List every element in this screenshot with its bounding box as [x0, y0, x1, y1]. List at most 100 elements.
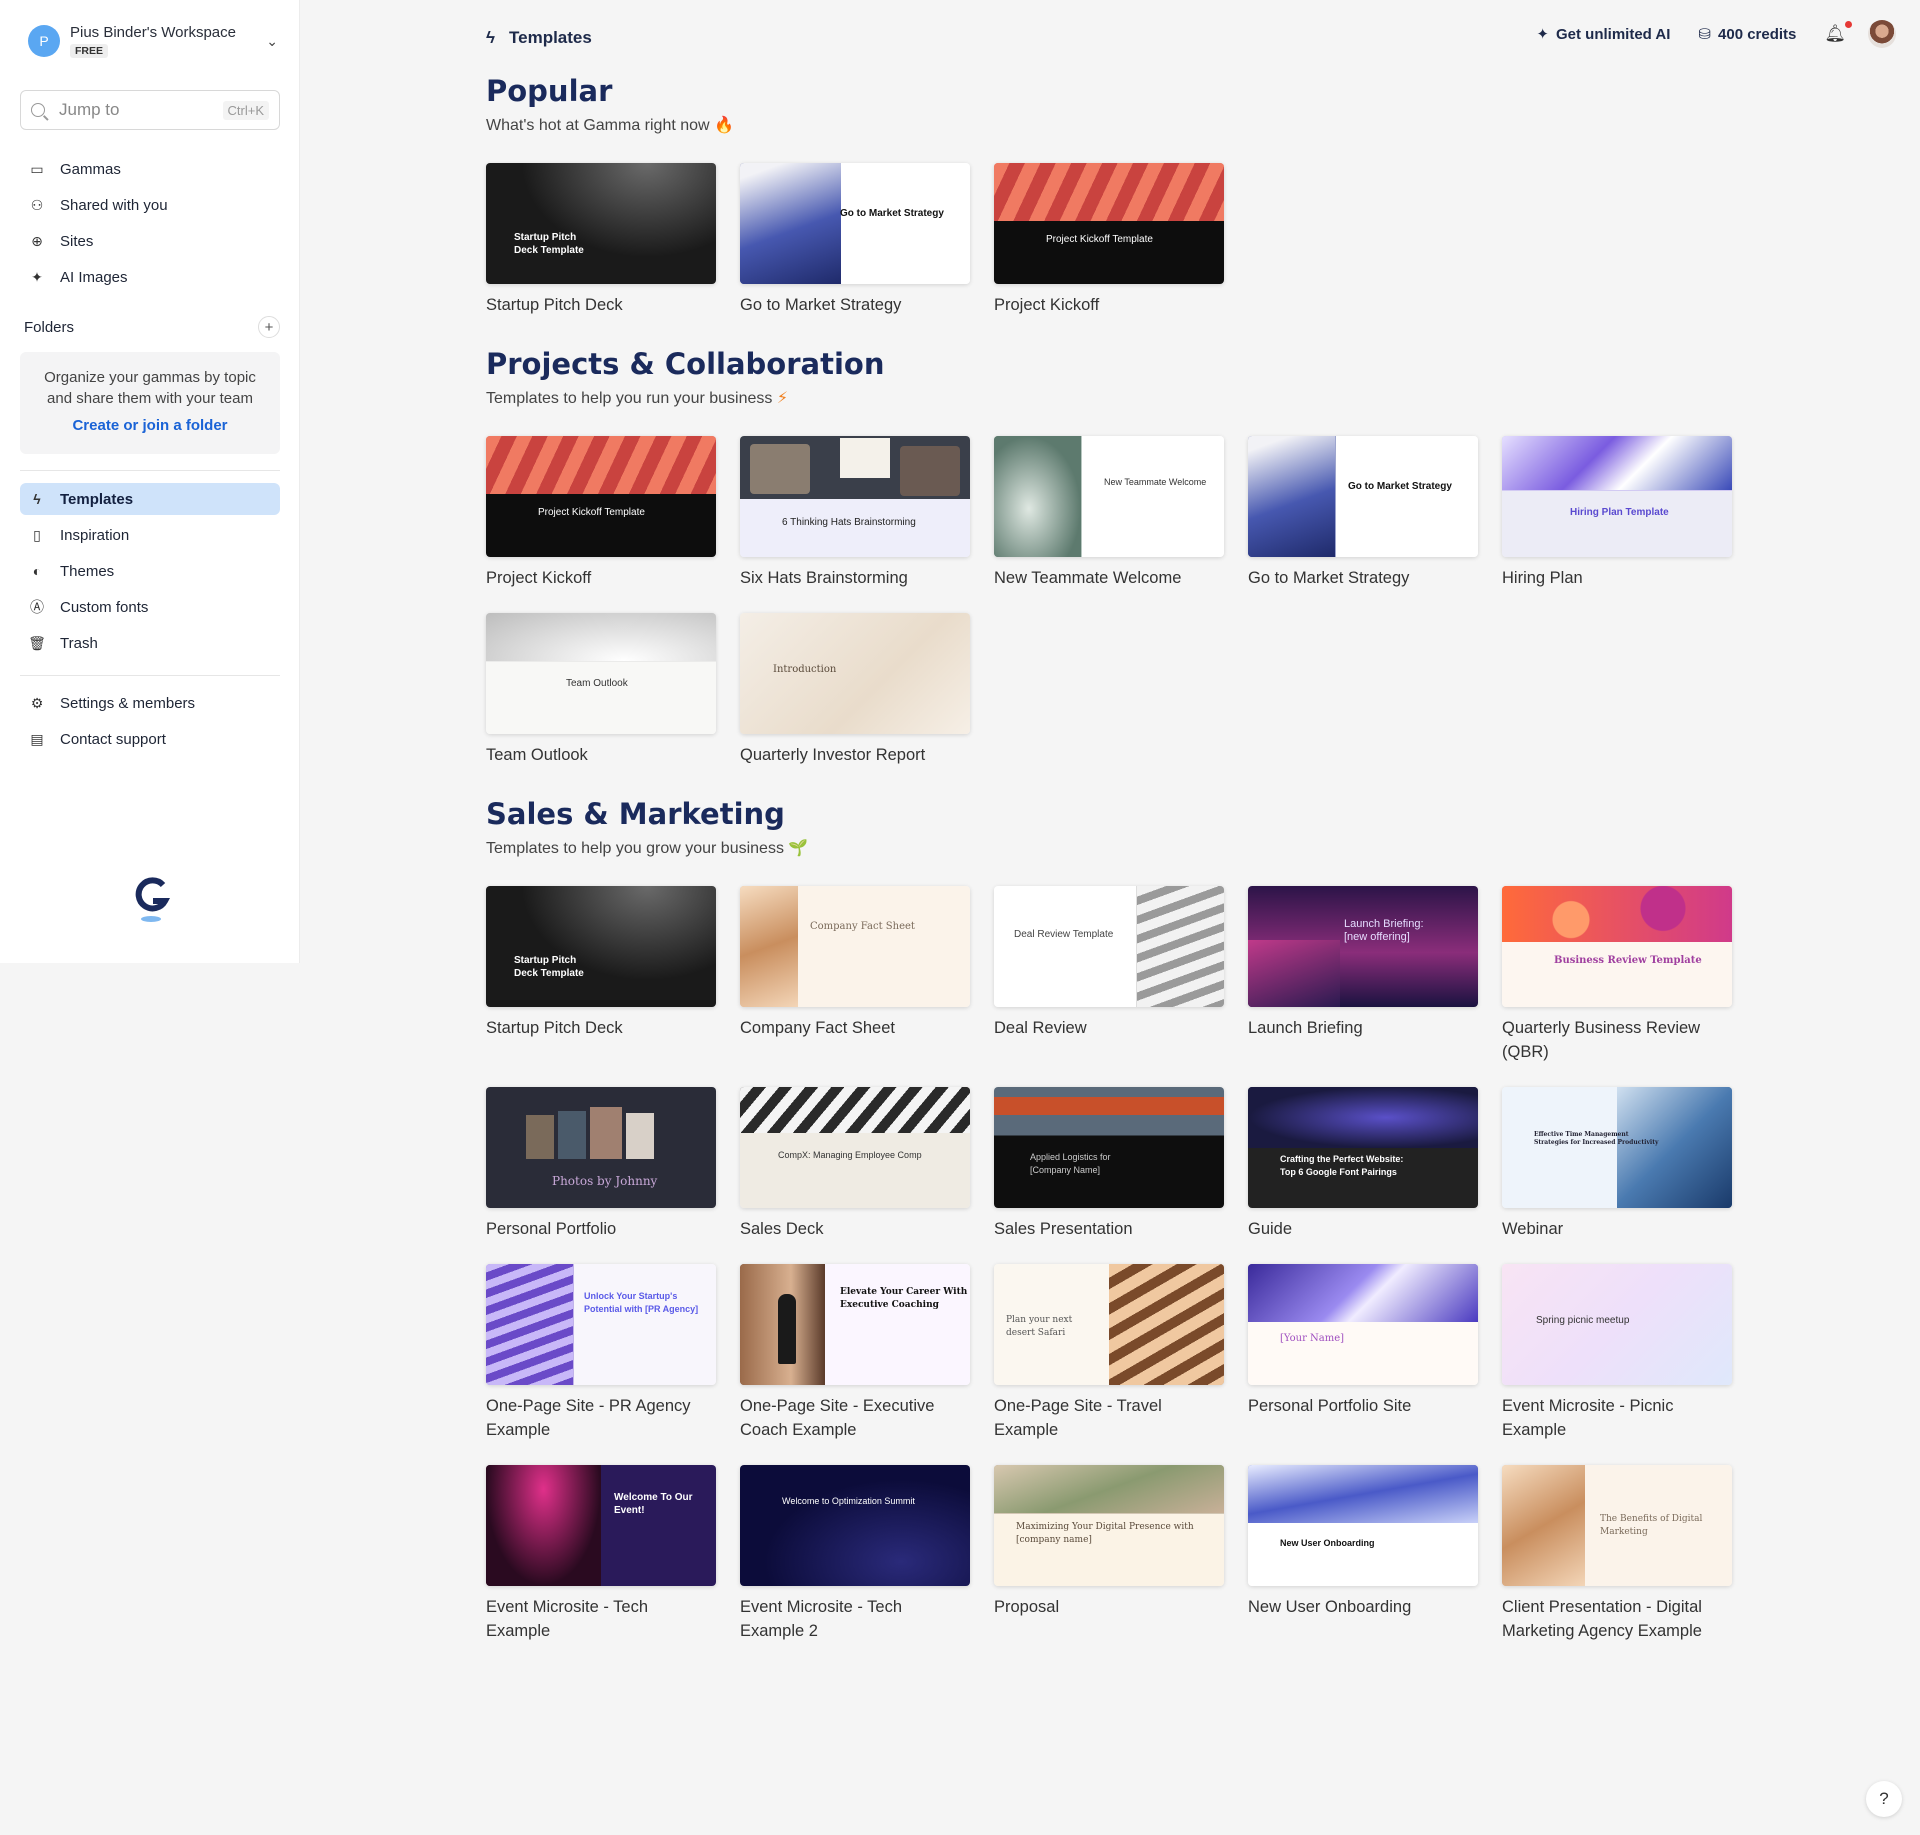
thumb-title: Welcome To Our Event!: [614, 1492, 693, 1516]
template-card[interactable]: Effective Time Management Strategies for…: [1502, 1087, 1732, 1241]
stack-icon: ▭: [30, 160, 44, 177]
template-card[interactable]: Plan your next desert Safari One-Page Si…: [994, 1264, 1224, 1442]
template-card[interactable]: New User Onboarding New User Onboarding: [1248, 1465, 1478, 1619]
thumb-title: Crafting the Perfect Website: Top 6 Goog…: [1280, 1154, 1404, 1177]
folders-heading: Folders: [24, 318, 75, 336]
workspace-switcher[interactable]: P Pius Binder's Workspace FREE ⌄: [28, 22, 278, 60]
nav-gammas[interactable]: ▭ Gammas: [20, 153, 280, 185]
font-icon: Ⓐ: [30, 599, 44, 615]
thumb-title: New Teammate Welcome: [1104, 477, 1207, 487]
template-card[interactable]: Photos by Johnny Personal Portfolio: [486, 1087, 716, 1241]
bolt-icon: ϟ: [486, 28, 495, 47]
search-input[interactable]: Jump to Ctrl+K: [20, 90, 280, 130]
nav-label: Shared with you: [60, 196, 168, 214]
template-card[interactable]: Maximizing Your Digital Presence with [c…: [994, 1465, 1224, 1619]
template-thumbnail: Go to Market Strategy: [1248, 436, 1478, 557]
thumb-title: Photos by Johnny: [552, 1174, 658, 1188]
search-shortcut: Ctrl+K: [222, 100, 269, 120]
create-folder-link[interactable]: Create or join a folder: [72, 417, 227, 434]
help-button[interactable]: ?: [1866, 1781, 1902, 1817]
card-label: Six Hats Brainstorming: [740, 569, 908, 587]
template-card[interactable]: Team Outlook Team Outlook: [486, 613, 716, 767]
thumb-title: Deal Review Template: [1014, 929, 1114, 940]
nav-themes[interactable]: ◐ Themes: [20, 555, 280, 587]
card-label: New User Onboarding: [1248, 1598, 1412, 1616]
folders-header: Folders +: [24, 316, 280, 338]
top-actions: ✦ Get unlimited AI ⛁ 400 credits 🔔︎: [1536, 16, 1896, 52]
template-card[interactable]: Introduction Quarterly Investor Report: [740, 613, 970, 767]
nav-settings-members[interactable]: ⚙ Settings & members: [20, 687, 280, 719]
chevron-down-icon[interactable]: ⌄: [266, 33, 278, 50]
folders-empty-message: Organize your gammas by topic and share …: [44, 369, 256, 407]
card-label: Quarterly Business Review (QBR): [1502, 1019, 1701, 1061]
thumb-title: Introduction: [773, 664, 837, 675]
lightning-icon: ⚡: [776, 390, 789, 407]
notifications-button[interactable]: 🔔︎: [1824, 21, 1852, 44]
nav-contact-support[interactable]: ▤ Contact support: [20, 723, 280, 755]
template-card[interactable]: The Benefits of Digital Marketing Client…: [1502, 1465, 1732, 1643]
card-label: Startup Pitch Deck: [486, 296, 623, 314]
card-label: One-Page Site - PR Agency Example: [486, 1397, 691, 1439]
thumb-title: The Benefits of Digital Marketing: [1600, 1514, 1703, 1537]
plan-badge: FREE: [70, 43, 109, 58]
sidebar-divider: [20, 470, 280, 471]
people-icon: ⚇: [30, 196, 44, 213]
section-subtitle-sales: Templates to help you grow your business…: [486, 838, 808, 858]
globe-icon: ⊕: [31, 232, 43, 249]
user-avatar[interactable]: [1868, 20, 1896, 48]
template-card[interactable]: [Your Name] Personal Portfolio Site: [1248, 1264, 1478, 1418]
card-label: One-Page Site - Travel Example: [994, 1397, 1162, 1439]
template-card[interactable]: Deal Review Template Deal Review: [994, 886, 1224, 1040]
template-card[interactable]: New Teammate Welcome New Teammate Welcom…: [994, 436, 1224, 590]
thumb-title: CompX: Managing Employee Comp: [778, 1150, 922, 1160]
nav-templates[interactable]: ϟ Templates: [20, 483, 280, 515]
nav-shared-with-you[interactable]: ⚇ Shared with you: [20, 189, 280, 221]
template-card[interactable]: Startup Pitch Deck Template Startup Pitc…: [486, 886, 716, 1040]
nav-sites[interactable]: ⊕ Sites: [20, 225, 280, 257]
template-card[interactable]: Elevate Your Career With Executive Coach…: [740, 1264, 970, 1442]
page-title-text: Templates: [509, 28, 592, 47]
template-card[interactable]: Company Fact Sheet Company Fact Sheet: [740, 886, 970, 1040]
template-card[interactable]: Hiring Plan Template Hiring Plan: [1502, 436, 1732, 590]
template-thumbnail: Project Kickoff Template: [486, 436, 716, 557]
template-card[interactable]: Welcome to Optimization Summit Event Mic…: [740, 1465, 970, 1643]
thumb-title: Business Review Template: [1554, 955, 1702, 966]
template-card[interactable]: Go to Market Strategy Go to Market Strat…: [740, 163, 970, 317]
template-card[interactable]: Welcome To Our Event! Event Microsite - …: [486, 1465, 716, 1643]
credits-label: 400 credits: [1718, 25, 1797, 43]
template-card[interactable]: Project Kickoff Template Project Kickoff: [994, 163, 1224, 317]
template-card[interactable]: Project Kickoff Template Project Kickoff: [486, 436, 716, 590]
template-card[interactable]: CompX: Managing Employee Comp Sales Deck: [740, 1087, 970, 1241]
nav-custom-fonts[interactable]: Ⓐ Custom fonts: [20, 591, 280, 623]
card-label: Quarterly Investor Report: [740, 746, 926, 764]
card-label: Personal Portfolio Site: [1248, 1397, 1412, 1415]
thumb-title: Applied Logistics for [Company Name]: [1030, 1152, 1111, 1175]
template-card[interactable]: Applied Logistics for [Company Name] Sal…: [994, 1087, 1224, 1241]
card-label: Launch Briefing: [1248, 1019, 1363, 1037]
thumb-title: 6 Thinking Hats Brainstorming: [782, 517, 916, 528]
card-label: One-Page Site - Executive Coach Example: [740, 1397, 935, 1439]
card-label: Sales Presentation: [994, 1220, 1133, 1238]
template-thumbnail: Effective Time Management Strategies for…: [1502, 1087, 1732, 1208]
nav-ai-images[interactable]: ✦ AI Images: [20, 261, 280, 293]
template-card[interactable]: Go to Market Strategy Go to Market Strat…: [1248, 436, 1478, 590]
sparkle-icon: ✦: [1536, 26, 1549, 43]
template-card[interactable]: Spring picnic meetup Event Microsite - P…: [1502, 1264, 1732, 1442]
thumb-title: Startup Pitch Deck Template: [514, 955, 584, 979]
template-card[interactable]: Unlock Your Startup's Potential with [PR…: [486, 1264, 716, 1442]
template-card[interactable]: Business Review Template Quarterly Busin…: [1502, 886, 1732, 1064]
nav-trash[interactable]: 🗑 Trash: [20, 627, 280, 659]
template-thumbnail: Hiring Plan Template: [1502, 436, 1732, 557]
template-card[interactable]: Startup Pitch Deck Template Startup Pitc…: [486, 163, 716, 317]
settings-icon: ⚙: [30, 694, 44, 711]
thumb-title: Effective Time Management Strategies for…: [1534, 1131, 1659, 1146]
credits-button[interactable]: ⛁ 400 credits: [1698, 25, 1797, 44]
template-card[interactable]: Crafting the Perfect Website: Top 6 Goog…: [1248, 1087, 1478, 1241]
template-thumbnail: Project Kickoff Template: [994, 163, 1224, 284]
nav-inspiration[interactable]: ▯ Inspiration: [20, 519, 280, 551]
template-card[interactable]: Launch Briefing: [new offering] Launch B…: [1248, 886, 1478, 1040]
template-card[interactable]: 6 Thinking Hats Brainstorming Six Hats B…: [740, 436, 970, 590]
get-unlimited-ai-button[interactable]: ✦ Get unlimited AI: [1536, 25, 1670, 44]
add-folder-button[interactable]: +: [258, 316, 280, 338]
card-label: Sales Deck: [740, 1220, 824, 1238]
